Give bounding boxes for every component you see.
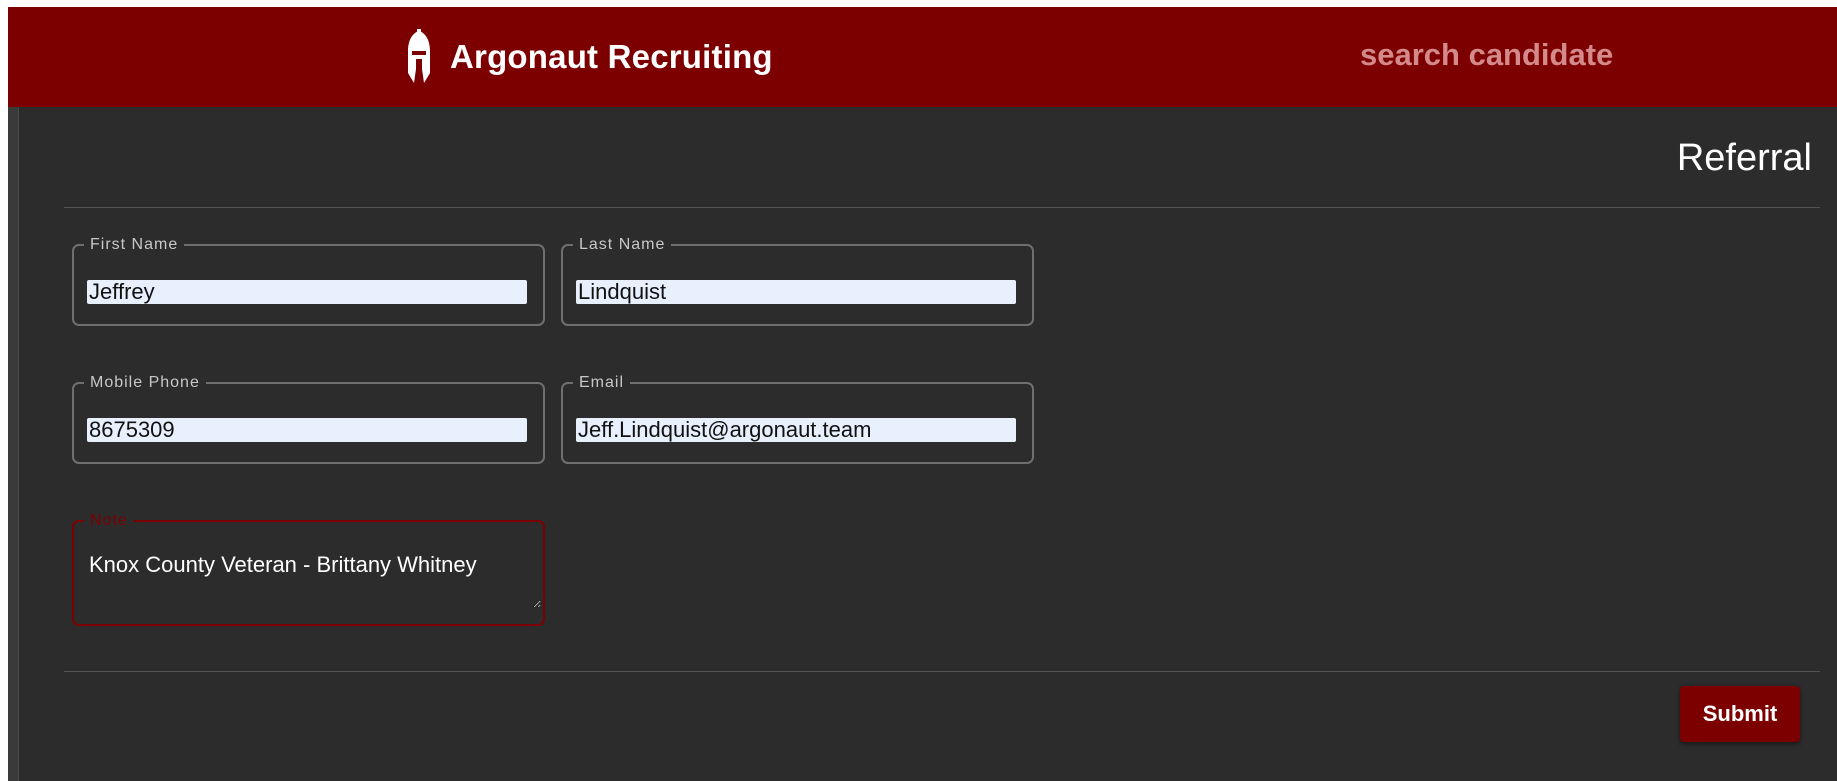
page-title: Referral bbox=[1676, 137, 1812, 179]
first-name-input[interactable] bbox=[87, 280, 527, 304]
last-name-input[interactable] bbox=[576, 280, 1016, 304]
brand[interactable]: Argonaut Recruiting bbox=[404, 29, 773, 85]
mobile-phone-label: Mobile Phone bbox=[84, 374, 206, 392]
top-navbar: Argonaut Recruiting bbox=[8, 7, 1837, 107]
last-name-label: Last Name bbox=[573, 236, 672, 254]
note-textarea[interactable]: Knox County Veteran - Brittany Whitney bbox=[87, 552, 541, 608]
app-frame: Argonaut Recruiting Referral First Name … bbox=[8, 7, 1837, 781]
footer-divider bbox=[64, 671, 1820, 672]
app-title: Argonaut Recruiting bbox=[450, 38, 773, 75]
last-name-field: Last Name bbox=[561, 236, 1034, 326]
spartan-helmet-icon bbox=[408, 29, 430, 83]
first-name-field: First Name bbox=[72, 236, 545, 326]
email-input[interactable] bbox=[576, 418, 1016, 442]
note-label: Note bbox=[84, 512, 134, 530]
note-field: Note Knox County Veteran - Brittany Whit… bbox=[72, 512, 545, 626]
sidebar-rail bbox=[8, 107, 19, 781]
email-field: Email bbox=[561, 374, 1034, 464]
submit-button[interactable]: Submit bbox=[1680, 686, 1800, 742]
mobile-phone-input[interactable] bbox=[87, 418, 527, 442]
mobile-phone-field: Mobile Phone bbox=[72, 374, 545, 464]
search-input[interactable] bbox=[1360, 37, 1720, 73]
first-name-label: First Name bbox=[84, 236, 185, 254]
header-divider bbox=[64, 207, 1820, 208]
email-label: Email bbox=[573, 374, 631, 392]
